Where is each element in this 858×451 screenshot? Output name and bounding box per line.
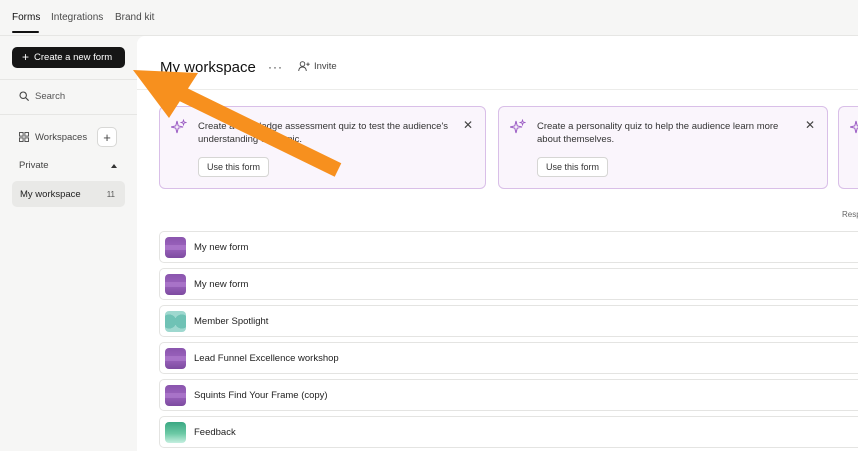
workspace-form-count: 11 (106, 189, 115, 199)
form-name: Squints Find Your Frame (copy) (194, 390, 328, 401)
sparkle-icon (510, 119, 526, 134)
add-workspace-button[interactable]: + (97, 127, 117, 147)
form-thumbnail (165, 422, 186, 443)
page-title: My workspace (160, 59, 256, 76)
sidebar-divider (0, 79, 137, 80)
template-card-personality-quiz: Create a personality quiz to help the au… (498, 106, 828, 189)
search-label: Search (35, 90, 66, 102)
private-label: Private (19, 160, 49, 171)
private-section-toggle[interactable]: Private (19, 160, 117, 171)
tab-integrations[interactable]: Integrations (51, 12, 103, 23)
sidebar-search[interactable]: Search (19, 89, 65, 103)
use-this-form-button[interactable]: Use this form (198, 157, 270, 177)
tab-brand-kit[interactable]: Brand kit (115, 12, 154, 23)
form-thumbnail (165, 311, 186, 332)
form-row[interactable]: Squints Find Your Frame (copy) (159, 379, 858, 411)
form-name: My new form (194, 242, 249, 253)
sidebar: + Create a new form Search Workspaces + … (0, 36, 137, 451)
create-new-form-button[interactable]: + Create a new form (12, 47, 125, 68)
close-icon[interactable]: ✕ (805, 119, 815, 131)
form-row[interactable]: Lead Funnel Excellence workshop (159, 342, 858, 374)
form-thumbnail (165, 385, 186, 406)
invite-button[interactable]: Invite (298, 61, 337, 72)
close-icon[interactable]: ✕ (463, 119, 473, 131)
more-options-button[interactable]: ··· (268, 60, 283, 74)
form-name: My new form (194, 279, 249, 290)
template-description: Create a personality quiz to help the au… (537, 121, 779, 145)
form-thumbnail (165, 274, 186, 295)
form-row[interactable]: Member Spotlight (159, 305, 858, 337)
sparkle-icon (850, 120, 858, 134)
sparkle-icon (171, 119, 187, 134)
tab-forms[interactable]: Forms (12, 12, 40, 23)
create-new-form-label: Create a new form (34, 52, 113, 63)
form-name: Member Spotlight (194, 316, 269, 327)
workspace-name: My workspace (20, 188, 81, 200)
responses-column-header[interactable]: Resp (842, 210, 858, 219)
main-content: My workspace ··· Invite Create a knowled… (137, 36, 858, 451)
form-name: Lead Funnel Excellence workshop (194, 353, 339, 364)
caret-up-icon (111, 163, 117, 168)
template-card-partial (838, 106, 858, 189)
template-description: Create a knowledge assessment quiz to te… (198, 121, 449, 145)
form-name: Feedback (194, 427, 236, 438)
sidebar-item-my-workspace[interactable]: My workspace 11 (12, 181, 125, 207)
user-plus-icon (298, 61, 310, 72)
active-tab-indicator (12, 31, 39, 33)
use-this-form-button[interactable]: Use this form (537, 157, 609, 177)
header-divider (137, 89, 858, 90)
top-navigation: Forms Integrations Brand kit (0, 0, 858, 36)
plus-icon: + (103, 129, 111, 145)
plus-icon: + (22, 50, 30, 64)
template-card-knowledge-quiz: Create a knowledge assessment quiz to te… (159, 106, 486, 189)
form-row[interactable]: My new form (159, 268, 858, 300)
invite-label: Invite (314, 61, 337, 72)
form-row[interactable]: Feedback (159, 416, 858, 448)
grid-icon (19, 132, 29, 142)
search-icon (19, 91, 29, 101)
sidebar-divider (0, 114, 137, 115)
form-thumbnail (165, 237, 186, 258)
workspaces-label: Workspaces (35, 131, 88, 143)
form-row[interactable]: My new form (159, 231, 858, 263)
form-thumbnail (165, 348, 186, 369)
